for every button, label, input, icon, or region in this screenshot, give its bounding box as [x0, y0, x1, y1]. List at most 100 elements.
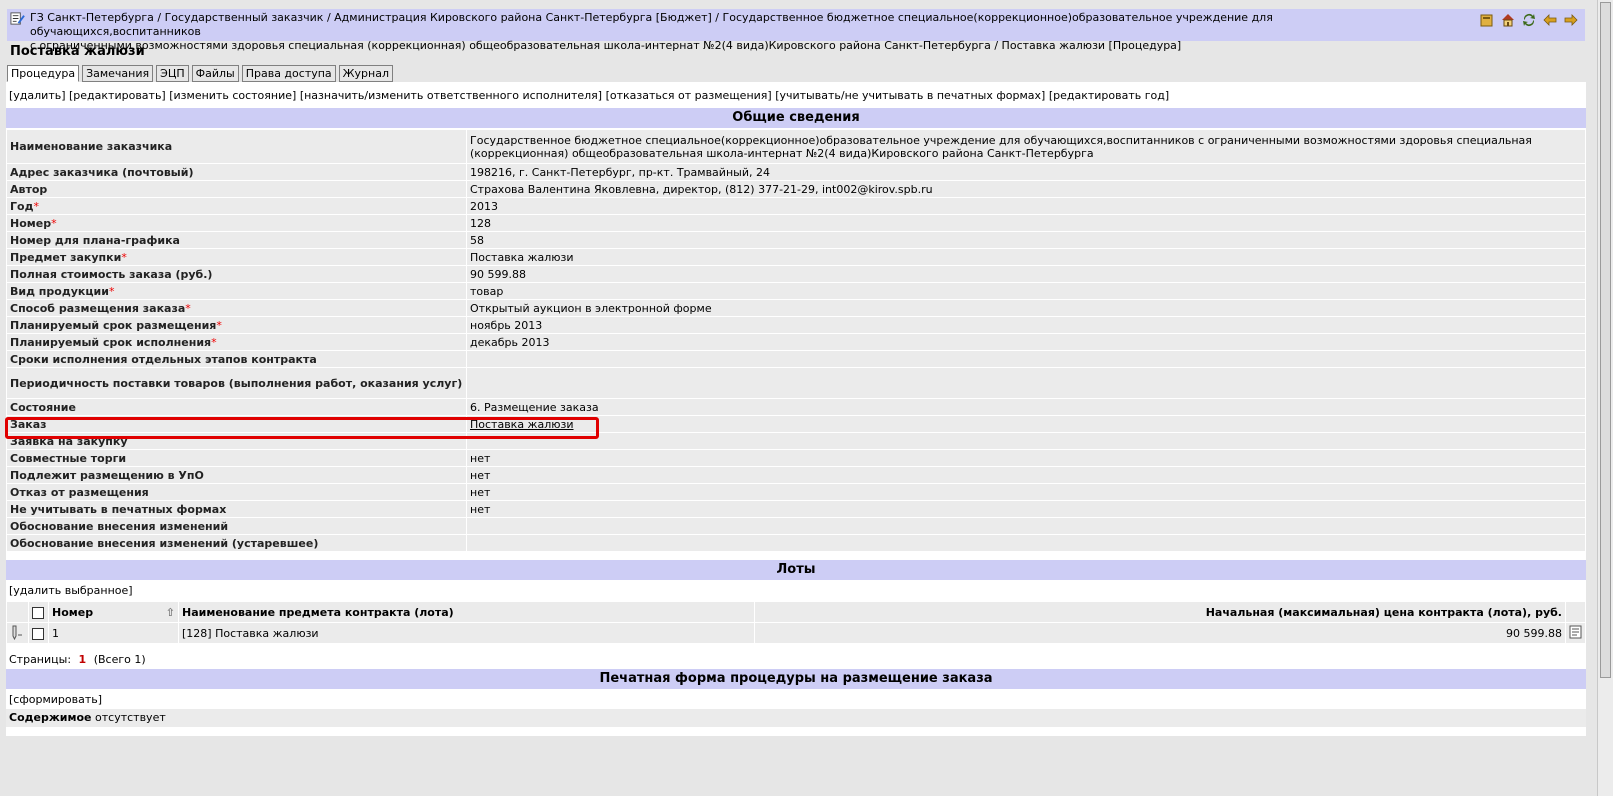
info-row: Наименование заказчика Государственное б…: [6, 129, 1586, 164]
select-all-checkbox[interactable]: [32, 606, 44, 619]
row-checkbox[interactable]: [32, 627, 44, 640]
change-state-link[interactable]: [изменить состояние]: [169, 89, 296, 102]
required-mark: *: [108, 284, 115, 298]
info-row: Не учитывать в печатных формах нет: [6, 500, 1586, 518]
home-icon[interactable]: [1500, 12, 1516, 28]
breadcrumb-actions: [1479, 12, 1579, 28]
info-row: Подлежит размещению в УпО нет: [6, 466, 1586, 484]
row-label: Полная стоимость заказа (руб.): [6, 265, 467, 283]
folder-icon[interactable]: [1479, 12, 1495, 28]
column-number[interactable]: Номер ⇧: [48, 601, 179, 623]
row-value: нет: [466, 483, 1586, 501]
tab-journal[interactable]: Журнал: [338, 65, 393, 82]
row-label: Совместные торги: [6, 449, 467, 467]
row-value: Государственное бюджетное специальное(ко…: [466, 129, 1586, 164]
assign-executor-link[interactable]: [назначить/изменить ответственного испол…: [300, 89, 602, 102]
edit-pencil-icon[interactable]: [10, 624, 24, 640]
toggle-print-forms-link[interactable]: [учитывать/не учитывать в печатных форма…: [775, 89, 1045, 102]
breadcrumb-path[interactable]: ГЗ Санкт-Петербурга / Государственный за…: [30, 11, 1273, 38]
general-info-table: Наименование заказчика Государственное б…: [6, 129, 1586, 552]
row-label: Отказ от размещения: [6, 483, 467, 501]
pager-current-page[interactable]: 1: [79, 653, 87, 666]
row-label: Состояние: [6, 398, 467, 416]
required-mark: *: [121, 250, 127, 264]
info-row: Обоснование внесения изменений (устаревш…: [6, 534, 1586, 552]
document-icon[interactable]: [1569, 625, 1583, 639]
tab-procedure[interactable]: Процедура: [7, 65, 80, 82]
refresh-icon[interactable]: [1521, 12, 1537, 28]
row-value: [466, 350, 1586, 368]
info-row: Отказ от размещения нет: [6, 483, 1586, 501]
delete-link[interactable]: [удалить]: [9, 89, 66, 102]
row-value: Страхова Валентина Яковлевна, директор, …: [466, 180, 1586, 198]
edit-link[interactable]: [редактировать]: [69, 89, 166, 102]
row-label: Не учитывать в печатных формах: [6, 500, 467, 518]
row-label: Номер для плана-графика: [6, 231, 467, 249]
row-label: Способ размещения заказа*: [6, 299, 467, 317]
info-row: Совместные торги нет: [6, 449, 1586, 467]
info-row: Способ размещения заказа* Открытый аукци…: [6, 299, 1586, 317]
vertical-scrollbar[interactable]: [1597, 0, 1613, 796]
select-all-cell: [28, 601, 49, 623]
highlight-box: [5, 417, 599, 439]
row-label: Наименование заказчика: [6, 129, 467, 164]
tab-signature[interactable]: ЭЦП: [156, 65, 189, 82]
row-value: Поставка жалюзи: [466, 248, 1586, 266]
lot-number: 1: [48, 622, 179, 644]
sort-up-icon[interactable]: ⇧: [166, 606, 175, 619]
row-label: Автор: [6, 180, 467, 198]
row-label: Сроки исполнения отдельных этапов контра…: [6, 350, 467, 368]
info-row: Номер для плана-графика 58: [6, 231, 1586, 249]
pager-label: Страницы:: [9, 653, 72, 666]
info-row: Год* 2013: [6, 197, 1586, 215]
column-name[interactable]: Наименование предмета контракта (лота): [178, 601, 755, 623]
row-value: Открытый аукцион в электронной форме: [466, 299, 1586, 317]
page-title: Поставка жалюзи: [10, 44, 145, 59]
info-row: Вид продукции* товар: [6, 282, 1586, 300]
row-value: [466, 432, 1586, 450]
required-mark: *: [185, 301, 191, 315]
info-row: Предмет закупки* Поставка жалюзи: [6, 248, 1586, 266]
generate-link[interactable]: [сформировать]: [9, 693, 102, 706]
delete-selected-link[interactable]: [удалить выбранное]: [9, 584, 133, 597]
row-value: нет: [466, 500, 1586, 518]
tab-files[interactable]: Файлы: [191, 65, 239, 82]
header-spacer: [6, 601, 29, 623]
row-value: 2013: [466, 197, 1586, 215]
row-value: 6. Размещение заказа: [466, 398, 1586, 416]
edit-year-link[interactable]: [редактировать год]: [1049, 89, 1169, 102]
refuse-placement-link[interactable]: [отказаться от размещения]: [606, 89, 772, 102]
general-info-heading: Общие сведения: [6, 108, 1586, 128]
row-value: декабрь 2013: [466, 333, 1586, 351]
column-price[interactable]: Начальная (максимальная) цена контракта …: [754, 601, 1566, 623]
info-row: Номер* 128: [6, 214, 1586, 232]
info-row: Состояние 6. Размещение заказа: [6, 398, 1586, 416]
row-value: [466, 534, 1586, 552]
breadcrumb-text: ГЗ Санкт-Петербурга / Государственный за…: [30, 11, 1430, 53]
row-value: Поставка жалюзи: [466, 415, 1586, 433]
required-mark: *: [211, 335, 217, 349]
scrollbar-thumb[interactable]: [1600, 2, 1611, 678]
info-row: Обоснование внесения изменений: [6, 517, 1586, 535]
row-select-cell: [28, 622, 49, 644]
lots-heading: Лоты: [6, 560, 1586, 580]
table-row: 1 [128] Поставка жалюзи 90 599.88: [6, 622, 1586, 644]
action-links: [удалить] [редактировать] [изменить сост…: [9, 89, 1169, 102]
row-label: Планируемый срок размещения*: [6, 316, 467, 334]
tab-access-rights[interactable]: Права доступа: [241, 65, 336, 82]
required-mark: *: [216, 318, 222, 332]
back-arrow-icon[interactable]: [1542, 12, 1558, 28]
row-value: 58: [466, 231, 1586, 249]
lots-table: Номер ⇧ Наименование предмета контракта …: [6, 601, 1586, 644]
forward-arrow-icon[interactable]: [1563, 12, 1579, 28]
required-mark: *: [33, 199, 39, 213]
tab-bar: Процедура Замечания ЭЦП Файлы Права дост…: [7, 65, 393, 82]
row-label: Подлежит размещению в УпО: [6, 466, 467, 484]
row-label: Периодичность поставки товаров (выполнен…: [6, 367, 467, 399]
row-value: [466, 367, 1586, 399]
tab-remarks[interactable]: Замечания: [82, 65, 154, 82]
breadcrumb-path-cont[interactable]: с ограниченными возможностями здоровья с…: [30, 39, 1181, 52]
breadcrumb: ГЗ Санкт-Петербурга / Государственный за…: [7, 9, 1585, 52]
row-label: Год*: [6, 197, 467, 215]
print-form-content: Содержимое отсутствует: [6, 709, 1586, 727]
